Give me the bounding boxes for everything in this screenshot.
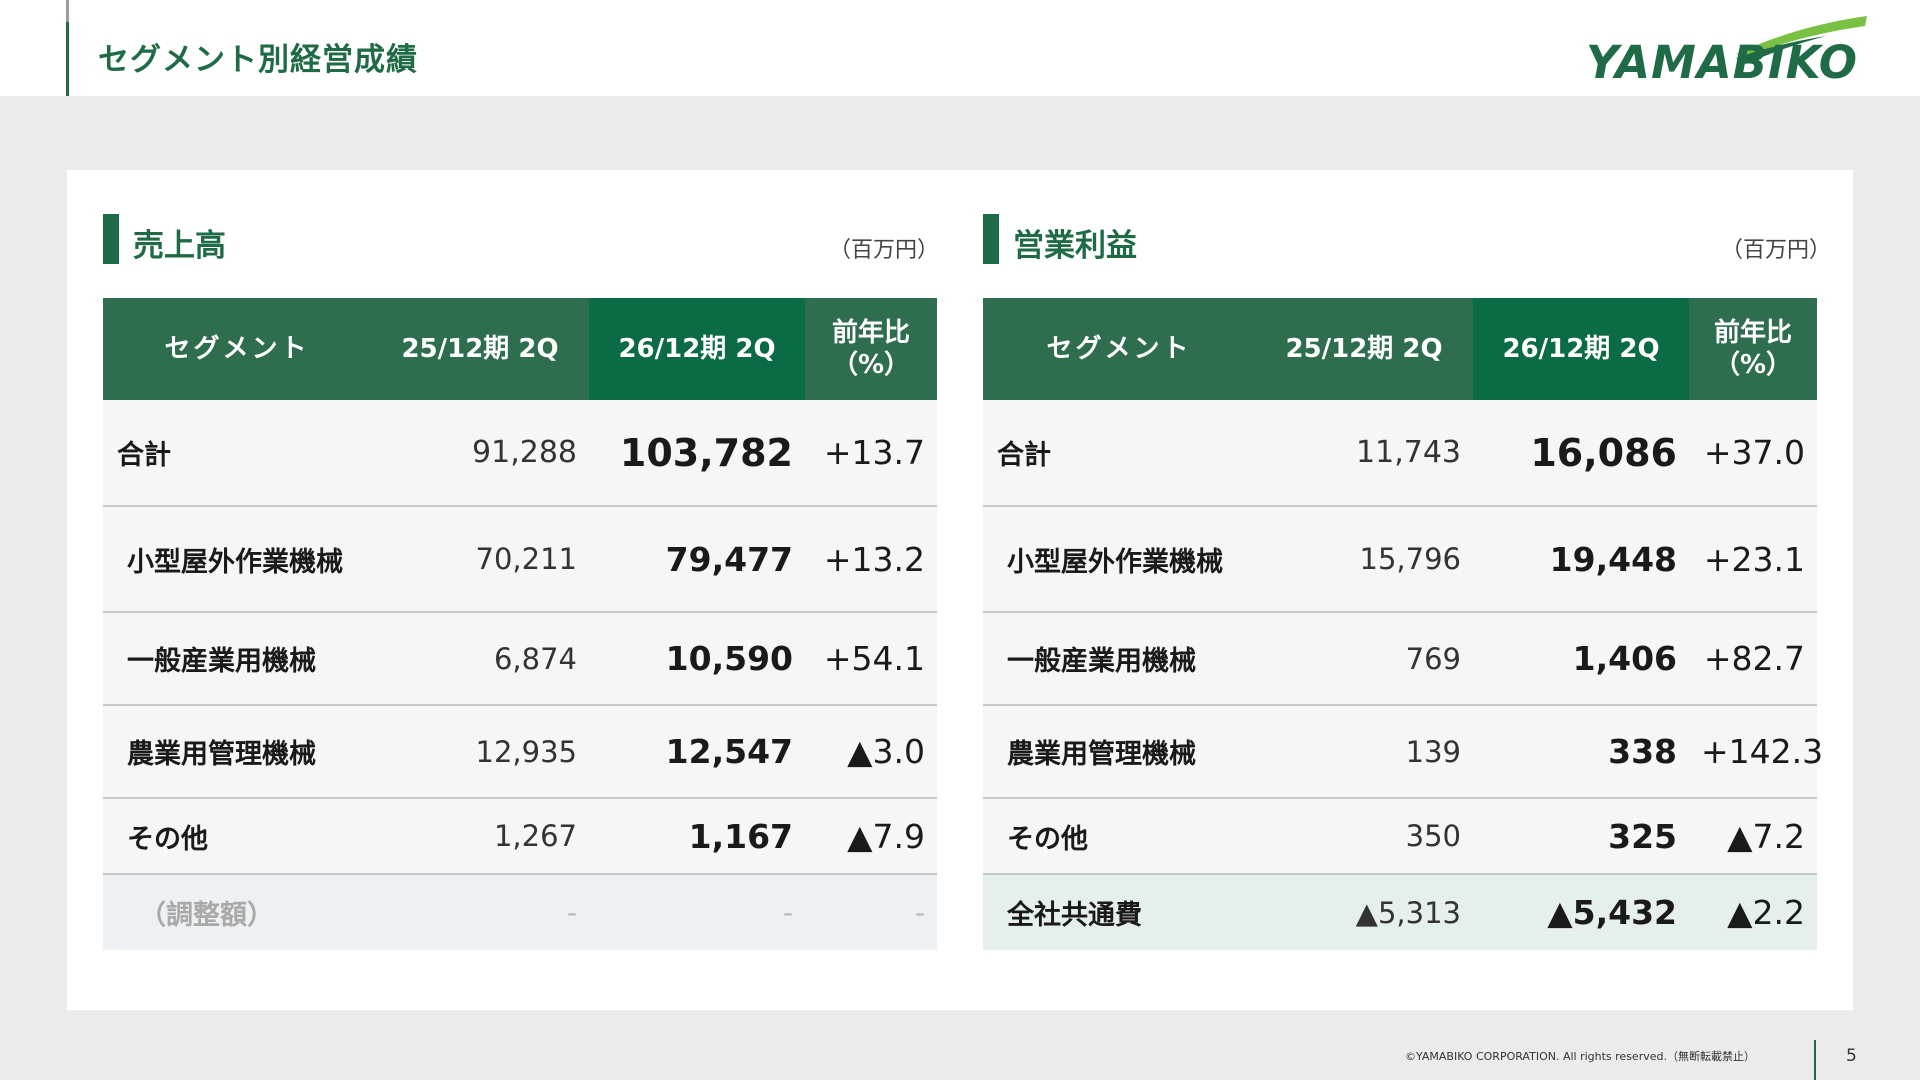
row-yoy: ▲3.0 [805, 705, 937, 799]
row-yoy: ▲7.2 [1689, 798, 1817, 875]
row-prev: 91,288 [371, 400, 589, 507]
table-row: 小型屋外作業機械 70,211 79,477 +13.2 [103, 506, 937, 613]
profit-col-yoy-line1: 前年比 [1713, 318, 1792, 348]
row-prev: 1,267 [371, 798, 589, 875]
row-cur: 103,782 [589, 400, 805, 507]
profit-section-marker [983, 214, 999, 264]
profit-col-yoy-line2: （%） [1713, 350, 1793, 380]
footer-copyright: ©YAMABIKO CORPORATION. All rights reserv… [1405, 1050, 1755, 1063]
sales-col-yoy-line2: （%） [831, 350, 911, 380]
row-name: 合計 [103, 400, 371, 507]
sales-col-segment: セグメント [103, 298, 371, 400]
profit-unit-label: （百万円） [1721, 238, 1832, 263]
row-name: （調整額） [103, 874, 371, 950]
row-name: 農業用管理機械 [983, 705, 1255, 799]
table-row: 一般産業用機械 6,874 10,590 +54.1 [103, 612, 937, 706]
row-cur: 1,167 [589, 798, 805, 875]
table-row: 農業用管理機械 12,935 12,547 ▲3.0 [103, 705, 937, 799]
sales-unit-label: （百万円） [829, 238, 940, 263]
row-name: 小型屋外作業機械 [103, 506, 371, 613]
profit-section-title: 営業利益 [1013, 228, 1137, 264]
logo-wordmark: YAMABIKO [1586, 36, 1859, 89]
row-yoy: +13.2 [805, 506, 937, 613]
row-yoy: +23.1 [1689, 506, 1817, 613]
sales-col-cur: 26/12期 2Q [589, 298, 805, 400]
row-yoy: - [805, 874, 937, 950]
row-cur: 325 [1473, 798, 1689, 875]
table-row: 合計 11,743 16,086 +37.0 [983, 400, 1817, 507]
row-yoy: ▲7.9 [805, 798, 937, 875]
row-cur: 79,477 [589, 506, 805, 613]
row-prev: 769 [1255, 612, 1473, 706]
profit-col-yoy: 前年比 （%） [1689, 298, 1817, 400]
slide-header: セグメント別経営成績 YAMABIKO [0, 0, 1920, 96]
footer-divider [1814, 1040, 1816, 1080]
row-prev: 15,796 [1255, 506, 1473, 613]
page-title: セグメント別経営成績 [98, 42, 418, 78]
table-row: 全社共通費 ▲5,313 ▲5,432 ▲2.2 [983, 874, 1817, 950]
table-row: その他 1,267 1,167 ▲7.9 [103, 798, 937, 875]
row-cur: - [589, 874, 805, 950]
sales-table-header-row: セグメント 25/12期 2Q 26/12期 2Q 前年比 （%） [103, 298, 937, 400]
row-yoy: +37.0 [1689, 400, 1817, 507]
row-yoy: ▲2.2 [1689, 874, 1817, 950]
row-cur: ▲5,432 [1473, 874, 1689, 950]
profit-col-segment: セグメント [983, 298, 1255, 400]
profit-col-cur: 26/12期 2Q [1473, 298, 1689, 400]
yamabiko-logo: YAMABIKO [1586, 14, 1868, 89]
table-row: （調整額） - - - [103, 874, 937, 950]
content-card: 売上高 （百万円） セグメント 25/12期 2Q 26/12期 2Q 前年比 … [67, 170, 1853, 1010]
row-name: その他 [103, 798, 371, 875]
row-prev: 12,935 [371, 705, 589, 799]
row-cur: 12,547 [589, 705, 805, 799]
row-cur: 10,590 [589, 612, 805, 706]
row-name: 小型屋外作業機械 [983, 506, 1255, 613]
row-yoy: +142.3 [1689, 705, 1823, 799]
table-row: 合計 91,288 103,782 +13.7 [103, 400, 937, 507]
row-prev: 11,743 [1255, 400, 1473, 507]
profit-col-prev: 25/12期 2Q [1255, 298, 1473, 400]
row-cur: 1,406 [1473, 612, 1689, 706]
row-name: 合計 [983, 400, 1255, 507]
table-row: 小型屋外作業機械 15,796 19,448 +23.1 [983, 506, 1817, 613]
row-cur: 338 [1473, 705, 1689, 799]
row-yoy: +82.7 [1689, 612, 1817, 706]
header-accent-bar-top [66, 0, 69, 22]
row-name: 一般産業用機械 [103, 612, 371, 706]
sales-section-marker [103, 214, 119, 264]
table-row: 一般産業用機械 769 1,406 +82.7 [983, 612, 1817, 706]
row-prev: 70,211 [371, 506, 589, 613]
row-prev: 139 [1255, 705, 1473, 799]
sales-col-yoy: 前年比 （%） [805, 298, 937, 400]
row-name: 全社共通費 [983, 874, 1255, 950]
sales-table: セグメント 25/12期 2Q 26/12期 2Q 前年比 （%） 合計 91,… [103, 298, 937, 950]
row-prev: 350 [1255, 798, 1473, 875]
profit-table: セグメント 25/12期 2Q 26/12期 2Q 前年比 （%） 合計 11,… [983, 298, 1823, 950]
row-name: 一般産業用機械 [983, 612, 1255, 706]
row-cur: 16,086 [1473, 400, 1689, 507]
row-yoy: +13.7 [805, 400, 937, 507]
row-cur: 19,448 [1473, 506, 1689, 613]
table-row: 農業用管理機械 139 338 +142.3 [983, 705, 1823, 799]
row-prev: ▲5,313 [1255, 874, 1473, 950]
row-yoy: +54.1 [805, 612, 937, 706]
sales-col-prev: 25/12期 2Q [371, 298, 589, 400]
row-name: 農業用管理機械 [103, 705, 371, 799]
sales-section-title: 売上高 [133, 228, 226, 264]
page-number: 5 [1846, 1046, 1857, 1066]
row-name: その他 [983, 798, 1255, 875]
row-prev: - [371, 874, 589, 950]
sales-col-yoy-line1: 前年比 [831, 318, 910, 348]
row-prev: 6,874 [371, 612, 589, 706]
table-row: その他 350 325 ▲7.2 [983, 798, 1817, 875]
profit-table-header-row: セグメント 25/12期 2Q 26/12期 2Q 前年比 （%） [983, 298, 1817, 400]
